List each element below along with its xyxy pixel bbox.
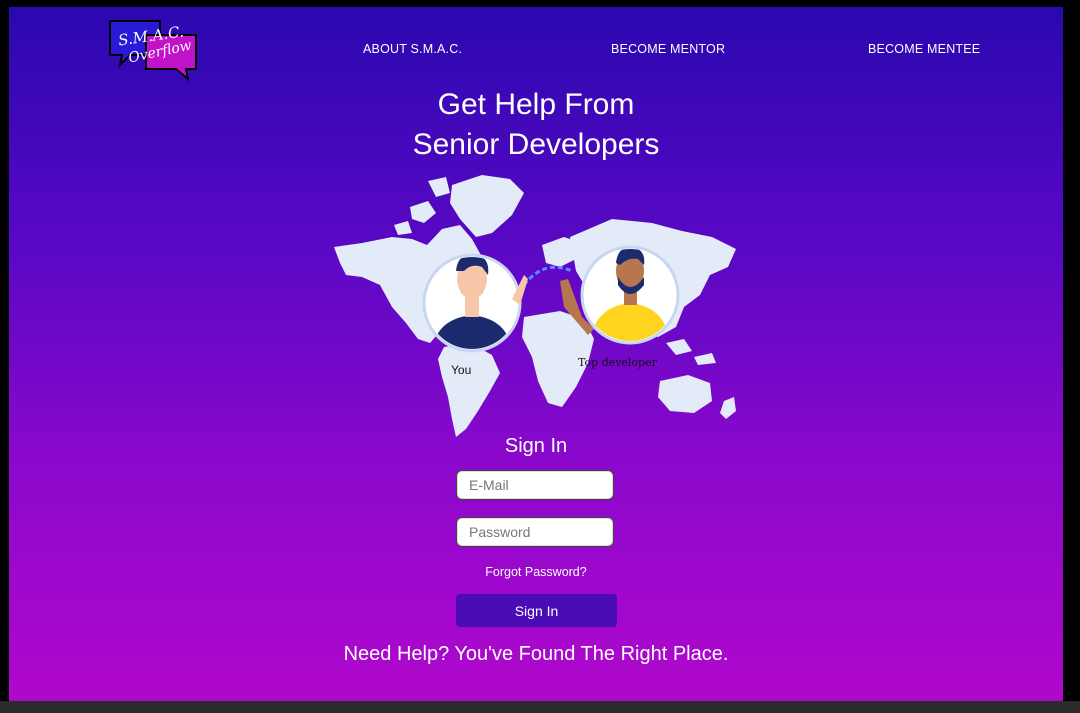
signin-button[interactable]: Sign In	[456, 594, 617, 627]
page-title: Get Help From Senior Developers	[9, 85, 1063, 165]
email-field[interactable]	[456, 470, 614, 500]
page-viewport: S.M.A.C. Overflow ABOUT S.M.A.C. BECOME …	[9, 7, 1063, 701]
label-you: You	[451, 363, 472, 377]
nav-become-mentor[interactable]: BECOME MENTOR	[611, 42, 725, 56]
window-bottom-bar	[0, 701, 1080, 713]
avatar-you	[422, 253, 528, 353]
forgot-password-link[interactable]: Forgot Password?	[9, 565, 1063, 579]
tagline: Need Help? You've Found The Right Place.	[343, 643, 729, 665]
page-title-line2: Senior Developers	[412, 128, 660, 161]
logo[interactable]: S.M.A.C. Overflow	[108, 17, 200, 82]
password-field[interactable]	[456, 517, 614, 547]
signin-title: Sign In	[504, 435, 568, 457]
nav-become-mentee[interactable]: BECOME MENTEE	[868, 42, 980, 56]
page-title-line1: Get Help From	[437, 88, 635, 121]
label-top-developer: Top developer	[578, 356, 657, 369]
world-map-illustration	[334, 175, 736, 437]
nav-about[interactable]: ABOUT S.M.A.C.	[363, 42, 462, 56]
browser-frame: S.M.A.C. Overflow ABOUT S.M.A.C. BECOME …	[0, 0, 1080, 713]
